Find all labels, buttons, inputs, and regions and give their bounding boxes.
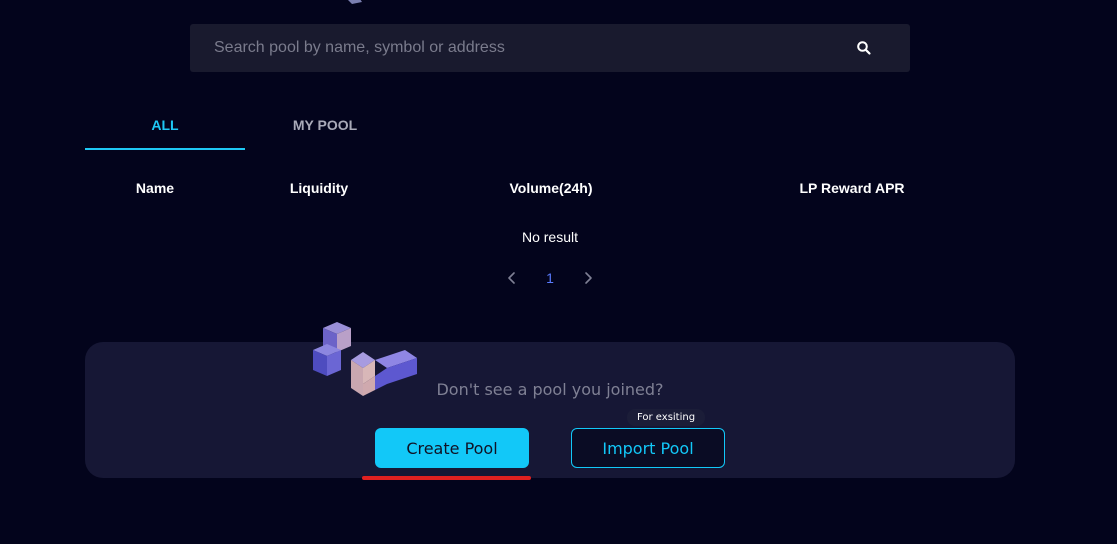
import-pool-button[interactable]: Import Pool (571, 428, 725, 468)
search-icon[interactable] (856, 40, 872, 56)
empty-table-message: No result (521, 229, 579, 245)
tab-my-pool[interactable]: MY POOL (245, 100, 405, 150)
create-pool-button[interactable]: Create Pool (375, 428, 529, 468)
column-header-volume[interactable]: Volume(24h) (510, 180, 593, 196)
tab-all[interactable]: ALL (85, 100, 245, 150)
pagination: 1 (500, 268, 600, 288)
column-header-name[interactable]: Name (136, 180, 174, 196)
import-pool-tooltip: For exsiting (627, 409, 706, 426)
chevron-right-icon[interactable] (578, 268, 598, 288)
search-input[interactable] (190, 24, 830, 72)
chevron-left-icon[interactable] (502, 268, 522, 288)
column-header-lp-reward-apr[interactable]: LP Reward APR (799, 180, 904, 196)
missing-pool-prompt: Don't see a pool you joined? (436, 380, 664, 399)
annotation-underline (362, 476, 531, 480)
search-bar (190, 24, 910, 72)
pool-cta-card (85, 342, 1015, 478)
cubes-illustration (313, 322, 417, 396)
decorative-shape-fragment (348, 0, 362, 4)
column-header-liquidity[interactable]: Liquidity (290, 180, 348, 196)
page-number-current[interactable]: 1 (540, 268, 560, 288)
pool-tabs: ALL MY POOL (85, 100, 405, 150)
